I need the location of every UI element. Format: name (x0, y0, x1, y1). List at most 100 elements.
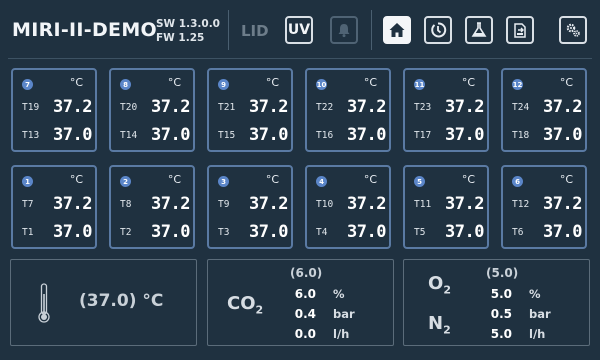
o2-label: O2 (428, 273, 451, 297)
chamber-tile[interactable]: 10 °C T22 37.2 T16 37.0 (305, 68, 391, 152)
sensor-label: T1 (22, 227, 34, 238)
sensor-label: T15 (218, 130, 236, 141)
chamber-tile[interactable]: 1 °C T7 37.2 T1 37.0 (11, 165, 97, 249)
sensor-label: T8 (120, 199, 132, 210)
n2-flow-value: 5.0 (490, 327, 512, 341)
sensor-value: 37.2 (249, 97, 288, 117)
bottom-sensor-row: T14 37.0 (120, 125, 190, 145)
sensor-value: 37.0 (249, 222, 288, 242)
chamber-number-badge: 6 (512, 176, 523, 187)
sensor-label: T19 (22, 102, 40, 113)
sensor-value: 37.2 (151, 97, 190, 117)
uv-button[interactable]: UV (285, 16, 313, 44)
co2-percent-value: 6.0 (294, 287, 316, 301)
chamber-number-badge: 7 (22, 79, 33, 90)
chamber-tile[interactable]: 3 °C T9 37.2 T3 37.0 (207, 165, 293, 249)
chamber-tile[interactable]: 9 °C T21 37.2 T15 37.0 (207, 68, 293, 152)
sensor-value: 37.0 (53, 222, 92, 242)
sensor-label: T4 (316, 227, 328, 238)
settings-button[interactable] (559, 16, 587, 44)
sensor-value: 37.2 (445, 97, 484, 117)
top-sensor-row: T7 37.2 (22, 194, 92, 214)
chamber-tile[interactable]: 6 °C T12 37.2 T6 37.0 (501, 165, 587, 249)
top-sensor-row: T22 37.2 (316, 97, 386, 117)
chamber-number-badge: 9 (218, 79, 229, 90)
home-icon (389, 23, 405, 37)
chamber-number-badge: 2 (120, 176, 131, 187)
sensor-value: 37.0 (445, 222, 484, 242)
temperature-unit: °C (559, 173, 573, 186)
bottom-sensor-row: T6 37.0 (512, 222, 582, 242)
bottom-sensor-row: T1 37.0 (22, 222, 92, 242)
export-icon (514, 23, 526, 38)
sensor-value: 37.0 (445, 125, 484, 145)
bottom-sensor-row: T5 37.0 (414, 222, 484, 242)
sensor-label: T6 (512, 227, 524, 238)
temperature-unit: °C (265, 76, 279, 89)
sensor-label: T20 (120, 102, 138, 113)
chamber-tile[interactable]: 11 °C T23 37.2 T17 37.0 (403, 68, 489, 152)
chamber-tile[interactable]: 4 °C T10 37.2 T4 37.0 (305, 165, 391, 249)
top-sensor-row: T8 37.2 (120, 194, 190, 214)
n2-label-text: N (428, 313, 444, 334)
sensor-value: 37.0 (543, 222, 582, 242)
bottom-sensor-row: T17 37.0 (414, 125, 484, 145)
sensor-label: T14 (120, 130, 138, 141)
settings-icon (566, 23, 580, 37)
chamber-tile[interactable]: 7 °C T19 37.2 T13 37.0 (11, 68, 97, 152)
o2-setpoint: (5.0) (486, 266, 519, 280)
co2-panel[interactable]: (6.0) CO2 6.0 % 0.4 bar 0.0 l/h (207, 259, 394, 346)
divider (228, 10, 229, 50)
sensor-value: 37.0 (53, 125, 92, 145)
top-sensor-row: T24 37.2 (512, 97, 582, 117)
temperature-unit: °C (167, 76, 181, 89)
timer-icon (431, 22, 447, 38)
chamber-number-badge: 11 (414, 79, 425, 90)
n2-label-sub: 2 (443, 323, 451, 337)
sensor-value: 37.2 (53, 194, 92, 214)
sensor-label: T22 (316, 102, 334, 113)
sensor-label: T21 (218, 102, 236, 113)
sensor-value: 37.2 (543, 97, 582, 117)
o2-n2-panel[interactable]: (5.0) O2 N2 5.0 % 0.5 bar 5.0 l/h (403, 259, 590, 346)
sensor-label: T5 (414, 227, 426, 238)
bottom-sensor-row: T18 37.0 (512, 125, 582, 145)
top-sensor-row: T23 37.2 (414, 97, 484, 117)
temperature-unit: °C (363, 76, 377, 89)
home-button[interactable] (383, 16, 411, 44)
temperature-unit: °C (167, 173, 181, 186)
chamber-number-badge: 8 (120, 79, 131, 90)
top-sensor-row: T9 37.2 (218, 194, 288, 214)
chamber-tile[interactable]: 8 °C T20 37.2 T14 37.0 (109, 68, 195, 152)
top-sensor-row: T12 37.2 (512, 194, 582, 214)
sensor-label: T2 (120, 227, 132, 238)
thermometer-icon (38, 283, 50, 323)
sensor-label: T12 (512, 199, 530, 210)
flask-button[interactable] (465, 16, 493, 44)
chamber-number-badge: 3 (218, 176, 229, 187)
chamber-tile[interactable]: 5 °C T11 37.2 T5 37.0 (403, 165, 489, 249)
alarm-button[interactable] (330, 16, 358, 44)
sw-version: SW 1.3.0.0 (156, 18, 220, 30)
top-sensor-row: T20 37.2 (120, 97, 190, 117)
temperature-unit: °C (363, 173, 377, 186)
timer-button[interactable] (424, 16, 452, 44)
sensor-value: 37.2 (347, 97, 386, 117)
chamber-tile[interactable]: 12 °C T24 37.2 T18 37.0 (501, 68, 587, 152)
sensor-value: 37.0 (543, 125, 582, 145)
temperature-panel[interactable]: (37.0) °C (10, 259, 197, 346)
sensor-value: 37.0 (249, 125, 288, 145)
sensor-label: T10 (316, 199, 334, 210)
n2-flow-unit: l/h (529, 327, 546, 341)
temperature-unit: °C (461, 76, 475, 89)
n2-label: N2 (428, 313, 451, 337)
top-sensor-row: T19 37.2 (22, 97, 92, 117)
chamber-tile[interactable]: 2 °C T8 37.2 T2 37.0 (109, 165, 195, 249)
export-button[interactable] (506, 16, 534, 44)
top-sensor-row: T10 37.2 (316, 194, 386, 214)
sensor-value: 37.2 (151, 194, 190, 214)
sensor-label: T13 (22, 130, 40, 141)
temperature-unit: °C (265, 173, 279, 186)
sensor-value: 37.2 (347, 194, 386, 214)
co2-flow-value: 0.0 (294, 327, 316, 341)
